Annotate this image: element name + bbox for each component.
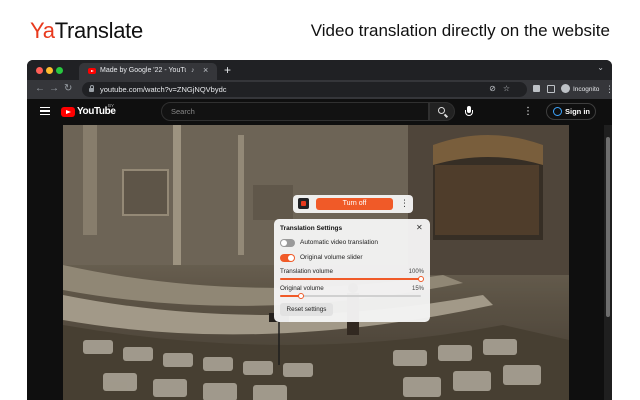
forward-arrow-icon[interactable]: → bbox=[49, 83, 59, 95]
browser-tab-active[interactable]: Made by Google '22 - YouTube ♪ × bbox=[79, 63, 217, 80]
tab-audio-icon[interactable]: ♪ bbox=[191, 66, 195, 76]
tab-bar: Made by Google '22 - YouTube ♪ × + ⌄ bbox=[27, 60, 612, 80]
reload-icon[interactable]: ↻ bbox=[64, 83, 72, 95]
toggle-knob bbox=[281, 240, 287, 246]
tab-close-icon[interactable]: × bbox=[203, 65, 208, 76]
translation-volume-thumb[interactable] bbox=[418, 276, 424, 282]
side-panel-icon[interactable] bbox=[547, 85, 555, 93]
translation-settings-panel: Translation Settings ✕ Automatic video t… bbox=[274, 219, 430, 322]
translation-volume-label: Translation volume bbox=[280, 268, 333, 275]
original-volume-label: Original volume bbox=[280, 285, 324, 292]
youtube-region-code: BY bbox=[108, 103, 115, 108]
promo-tagline: Video translation directly on the websit… bbox=[310, 21, 610, 40]
scrollbar-thumb[interactable] bbox=[606, 137, 610, 317]
maximize-window-button[interactable] bbox=[56, 67, 63, 74]
translation-control-bar: Turn off ⋮ bbox=[293, 195, 413, 213]
hamburger-menu-icon[interactable] bbox=[40, 107, 50, 115]
translation-volume-value: 100% bbox=[408, 269, 424, 275]
incognito-label[interactable]: Incognito bbox=[573, 85, 599, 94]
auto-translation-toggle[interactable] bbox=[280, 239, 295, 247]
back-arrow-icon[interactable]: ← bbox=[35, 83, 45, 95]
incognito-icon[interactable] bbox=[561, 84, 570, 93]
more-options-icon[interactable]: ⋮ bbox=[400, 197, 409, 210]
bookmark-star-icon[interactable]: ☆ bbox=[503, 84, 517, 93]
address-bar[interactable]: youtube.com/watch?v=ZNGjNQVbydc ⊘☆ bbox=[82, 82, 527, 97]
browser-toolbar: ← → ↻ youtube.com/watch?v=ZNGjNQVbydc ⊘☆… bbox=[27, 80, 612, 99]
original-volume-value: 15% bbox=[411, 286, 424, 292]
turn-off-button[interactable]: Turn off bbox=[316, 198, 393, 210]
video-player[interactable]: Turn off ⋮ Translation Settings ✕ Automa… bbox=[63, 125, 569, 400]
sign-in-button[interactable]: Sign in bbox=[546, 103, 596, 120]
yatranslate-logo: YaTranslate bbox=[30, 18, 143, 43]
browser-window: Made by Google '22 - YouTube ♪ × + ⌄ ← →… bbox=[27, 60, 612, 400]
original-volume-slider[interactable] bbox=[280, 293, 421, 299]
promo-header: YaTranslate Video translation directly o… bbox=[0, 0, 640, 60]
eye-slash-icon[interactable]: ⊘ bbox=[489, 84, 503, 93]
minimize-window-button[interactable] bbox=[46, 67, 53, 74]
toggle-knob bbox=[288, 255, 294, 261]
auto-translation-label: Automatic video translation bbox=[300, 239, 379, 246]
original-volume-slider-toggle[interactable] bbox=[280, 254, 295, 262]
youtube-favicon-icon bbox=[88, 68, 96, 74]
microphone-icon[interactable] bbox=[465, 106, 473, 116]
tab-title: Made by Google '22 - YouTube bbox=[100, 67, 186, 74]
account-icon bbox=[553, 107, 562, 116]
original-volume-thumb[interactable] bbox=[298, 293, 305, 299]
settings-title: Translation Settings bbox=[280, 225, 343, 232]
translation-volume-fill bbox=[280, 278, 421, 280]
close-window-button[interactable] bbox=[36, 67, 43, 74]
translation-volume-slider[interactable] bbox=[280, 276, 424, 282]
reset-settings-button[interactable]: Reset settings bbox=[280, 303, 333, 316]
youtube-header: YouTube BY Search ⋮ Sign in bbox=[27, 99, 612, 125]
search-placeholder: Search bbox=[171, 107, 195, 116]
sign-in-label: Sign in bbox=[565, 107, 590, 116]
yatranslate-extension-icon[interactable] bbox=[298, 198, 309, 209]
search-icon bbox=[438, 107, 445, 114]
close-icon[interactable]: ✕ bbox=[416, 223, 423, 233]
youtube-logo-icon[interactable] bbox=[61, 107, 75, 117]
lock-icon[interactable] bbox=[89, 85, 94, 92]
youtube-search-input[interactable]: Search bbox=[161, 102, 429, 121]
youtube-settings-dots-icon[interactable]: ⋮ bbox=[523, 106, 533, 118]
omnibox-actions[interactable]: ⊘☆ bbox=[489, 84, 517, 93]
tab-search-chevron-icon[interactable]: ⌄ bbox=[597, 63, 604, 72]
new-tab-button[interactable]: + bbox=[224, 63, 231, 77]
url-text[interactable]: youtube.com/watch?v=ZNGjNQVbydc bbox=[100, 85, 227, 94]
search-button[interactable] bbox=[429, 102, 455, 121]
extensions-puzzle-icon[interactable] bbox=[533, 85, 540, 92]
original-volume-slider-label: Original volume slider bbox=[300, 254, 363, 261]
browser-menu-icon[interactable]: ⋮ bbox=[605, 83, 612, 95]
